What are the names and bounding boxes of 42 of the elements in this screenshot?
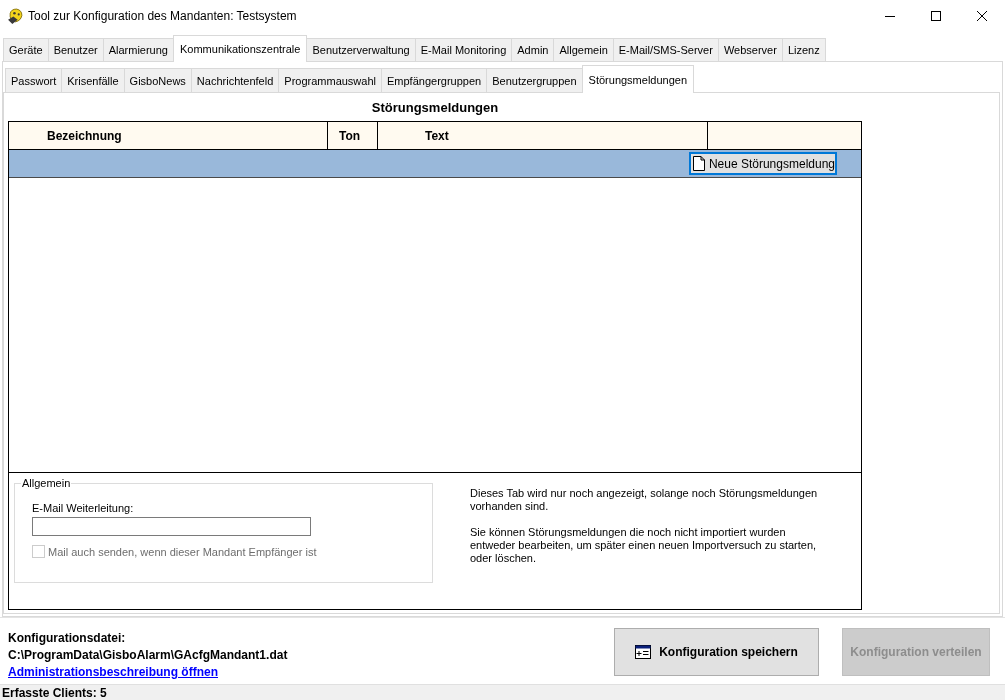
column-header: Bezeichnung	[9, 122, 328, 149]
maximize-icon[interactable]	[931, 11, 941, 21]
tab[interactable]: Kommunikationszentrale	[173, 35, 308, 62]
tab[interactable]: Passwort	[5, 68, 63, 92]
column-header: Ton	[328, 122, 378, 149]
column-header: Text	[378, 122, 708, 149]
tab[interactable]: Benutzerverwaltung	[306, 38, 416, 61]
link[interactable]: Administrationsbeschreibung öffnen	[8, 664, 218, 680]
tab[interactable]: Alarmierung	[102, 38, 174, 61]
new-entry-button[interactable]: Neue Störungsmeldung	[688, 152, 837, 175]
minimize-icon[interactable]	[885, 15, 895, 17]
close-icon[interactable]	[977, 11, 987, 21]
config-label: Konfigurationsdatei:	[8, 630, 126, 647]
tab[interactable]: Störungsmeldungen	[581, 65, 695, 93]
app-icon	[7, 7, 24, 25]
tab[interactable]: GisboNews	[123, 68, 192, 92]
config-path: C:\ProgramData\GisboAlarm\GAcfgMandant1.dat	[8, 647, 288, 664]
status-text: Erfasste Clients: 5	[2, 685, 107, 700]
window-title: Tool zur Konfiguration des Mandanten: Testsystem	[28, 9, 298, 23]
tab[interactable]: Webserver	[717, 38, 783, 61]
info-text: Dieses Tab wird nur noch angezeigt, solange noch Störungsmeldungen vorhanden sind.	[470, 487, 819, 513]
email-field[interactable]	[32, 517, 311, 536]
tab[interactable]: Allgemein	[553, 38, 614, 61]
info-text: Sie können Störungsmeldungen die noch nicht importiert wurden entweder bearbeiten, um später einen neuen Importversuch zu starten, oder löschen.	[470, 526, 818, 565]
tab[interactable]: Admin	[511, 38, 555, 61]
save-button[interactable]: Konfiguration speichern	[614, 628, 819, 676]
document-icon	[692, 156, 705, 171]
tab[interactable]: Programmauswahl	[278, 68, 382, 92]
tab[interactable]: Lizenz	[781, 38, 826, 61]
tab[interactable]: Benutzer	[47, 38, 104, 61]
checkbox-label: Mail auch senden, wenn dieser Mandant Empfänger ist	[48, 545, 317, 558]
tab[interactable]: Krisenfälle	[61, 68, 125, 92]
tab[interactable]: E-Mail/SMS-Server	[612, 38, 719, 61]
form-icon	[635, 645, 652, 659]
field-label: E-Mail Weiterleitung:	[32, 502, 135, 514]
tab[interactable]: Nachrichtenfeld	[190, 68, 280, 92]
tab[interactable]: Empfängergruppen	[381, 68, 488, 92]
group-title: Allgemein	[21, 477, 72, 489]
panel-title: Störungsmeldungen	[370, 99, 500, 117]
tab[interactable]: Benutzergruppen	[486, 68, 583, 92]
tab[interactable]: E-Mail Monitoring	[414, 38, 513, 61]
tab[interactable]: Geräte	[3, 38, 49, 61]
